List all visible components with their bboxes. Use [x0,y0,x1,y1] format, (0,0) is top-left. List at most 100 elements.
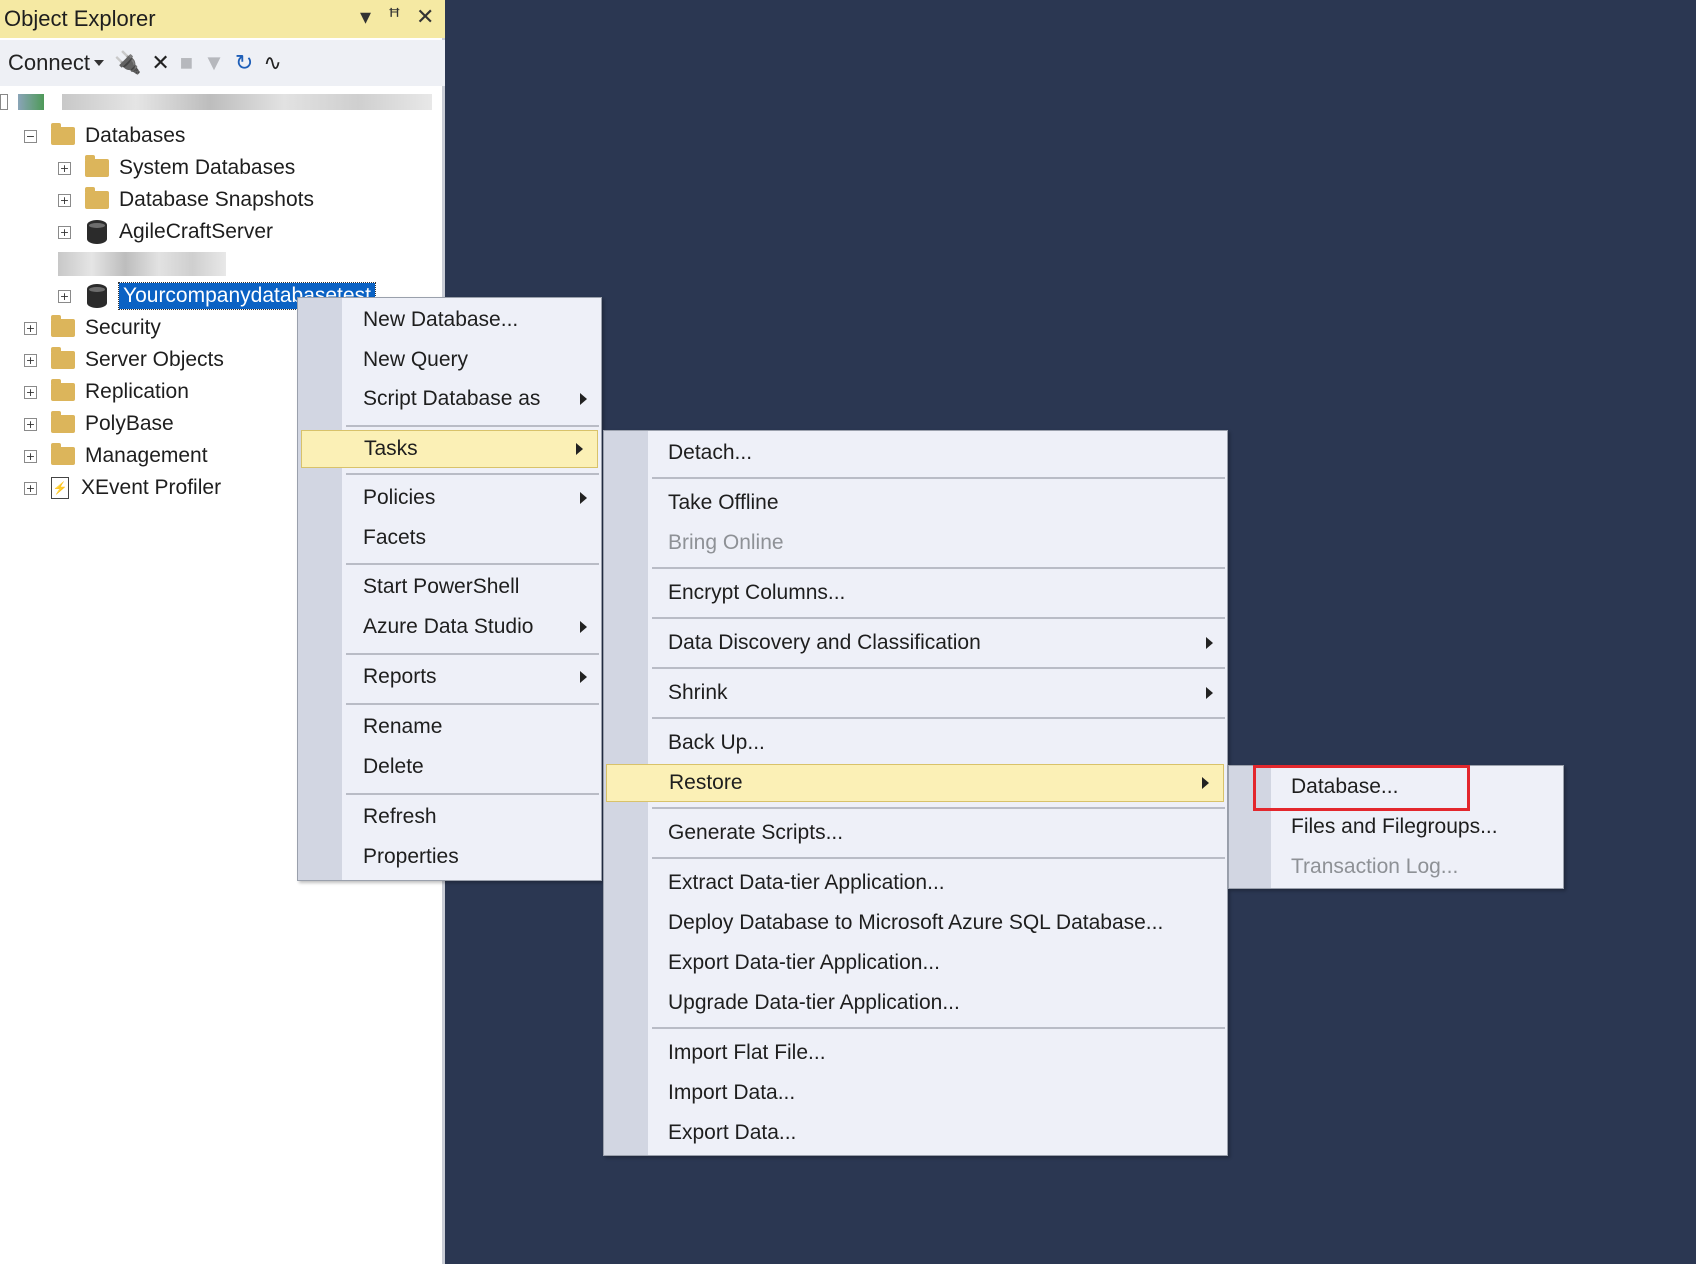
object-explorer-toolbar: Connect 🔌 ✕ ■ ▼ ↻ ∿ [0,40,445,86]
dropdown-icon[interactable]: ▾ [360,4,371,30]
server-icon [18,94,44,110]
close-icon[interactable]: ✕ [416,4,434,30]
connect-plug-icon[interactable]: 🔌 [114,46,141,80]
menu-item-label: Refresh [363,805,437,828]
submenu-arrow-icon [1206,687,1213,699]
folder-icon [51,123,75,145]
expand-icon[interactable]: + [24,481,37,495]
tree-label: System Databases [119,156,296,179]
menu-item-label: Import Data... [668,1081,796,1104]
menu-item-reports[interactable]: Reports [298,658,601,696]
expand-icon[interactable]: + [58,289,71,303]
menu-item-upgrade-data-tier[interactable]: Upgrade Data-tier Application... [604,984,1227,1022]
menu-item-label: Export Data-tier Application... [668,951,940,974]
tree-label: PolyBase [85,412,174,435]
menu-item-files-filegroups[interactable]: Files and Filegroups... [1229,808,1563,846]
menu-item-import-data[interactable]: Import Data... [604,1074,1227,1112]
menu-item-export-data-tier[interactable]: Export Data-tier Application... [604,944,1227,982]
tree-node-xevent-profiler[interactable]: + ⚡ XEvent Profiler [24,472,221,504]
folder-icon [51,411,75,433]
tree-label: AgileCraftServer [119,220,274,243]
menu-item-delete[interactable]: Delete [298,748,601,786]
expand-icon[interactable]: + [24,449,37,463]
highlight-callout-box [1253,765,1470,811]
folder-icon [51,443,75,465]
folder-icon [51,347,75,369]
collapse-icon[interactable]: − [24,129,37,143]
folder-icon [85,155,109,177]
menu-item-start-powershell[interactable]: Start PowerShell [298,568,601,606]
menu-item-policies[interactable]: Policies [298,479,601,517]
object-explorer-title-bar: Object Explorer ▾ ꟸ ✕ [0,0,445,38]
menu-item-data-discovery[interactable]: Data Discovery and Classification [604,624,1227,662]
connect-button[interactable]: Connect [8,46,104,80]
stop-icon[interactable]: ■ [180,46,193,80]
menu-separator [652,617,1225,619]
tree-label: Management [85,444,208,467]
menu-item-script-database-as[interactable]: Script Database as [298,380,601,418]
expand-icon[interactable]: + [58,193,71,207]
expand-icon[interactable]: + [24,385,37,399]
tree-node-agilecraftserver[interactable]: + AgileCraftServer [58,216,273,248]
menu-separator [652,477,1225,479]
menu-item-import-flat-file[interactable]: Import Flat File... [604,1034,1227,1072]
submenu-arrow-icon [580,671,587,683]
tree-node-databases[interactable]: − Databases [24,120,185,152]
menu-item-back-up[interactable]: Back Up... [604,724,1227,762]
tree-node-replication[interactable]: + Replication [24,376,189,408]
tree-node-system-databases[interactable]: + System Databases [58,152,295,184]
expand-icon[interactable]: + [58,225,71,239]
refresh-icon[interactable]: ↻ [235,46,253,80]
menu-item-facets[interactable]: Facets [298,519,601,557]
filter-icon[interactable]: ▼ [203,46,225,80]
menu-item-label: Upgrade Data-tier Application... [668,991,960,1014]
menu-separator [346,563,599,565]
menu-item-label: Policies [363,486,436,509]
menu-separator [652,807,1225,809]
menu-item-shrink[interactable]: Shrink [604,674,1227,712]
menu-item-new-database[interactable]: New Database... [298,301,601,339]
menu-item-label: Facets [363,526,427,549]
menu-item-label: Generate Scripts... [668,821,844,844]
menu-item-label: Export Data... [668,1121,797,1144]
menu-item-label: Restore [669,771,743,794]
pin-icon[interactable]: ꟸ [388,4,401,30]
menu-item-azure-data-studio[interactable]: Azure Data Studio [298,608,601,646]
submenu-arrow-icon [580,621,587,633]
chevron-down-icon [93,60,104,66]
tree-node-server-objects[interactable]: + Server Objects [24,344,224,376]
expand-icon[interactable]: + [24,417,37,431]
menu-item-refresh[interactable]: Refresh [298,798,601,836]
menu-item-restore[interactable]: Restore [606,764,1224,802]
menu-item-export-data[interactable]: Export Data... [604,1114,1227,1152]
expand-icon[interactable]: + [58,161,71,175]
menu-item-new-query[interactable]: New Query [298,341,601,379]
redacted-database-name [58,252,226,276]
menu-item-take-offline[interactable]: Take Offline [604,484,1227,522]
menu-item-detach[interactable]: Detach... [604,434,1227,472]
menu-item-tasks[interactable]: Tasks [301,430,598,468]
tree-node-redacted[interactable] [58,248,226,280]
menu-item-label: Data Discovery and Classification [668,631,981,654]
menu-item-properties[interactable]: Properties [298,838,601,876]
tree-node-management[interactable]: + Management [24,440,208,472]
tree-node-server[interactable] [0,86,432,118]
panel-title: Object Explorer [4,6,156,31]
menu-item-extract-data-tier[interactable]: Extract Data-tier Application... [604,864,1227,902]
menu-separator [652,1027,1225,1029]
tree-node-database-snapshots[interactable]: + Database Snapshots [58,184,314,216]
tree-node-polybase[interactable]: + PolyBase [24,408,174,440]
menu-item-generate-scripts[interactable]: Generate Scripts... [604,814,1227,852]
menu-item-encrypt-columns[interactable]: Encrypt Columns... [604,574,1227,612]
menu-item-deploy-azure[interactable]: Deploy Database to Microsoft Azure SQL D… [604,904,1227,942]
expand-icon[interactable]: + [24,321,37,335]
expand-icon[interactable]: + [24,353,37,367]
submenu-arrow-icon [1202,777,1209,789]
menu-item-rename[interactable]: Rename [298,708,601,746]
activity-monitor-icon[interactable]: ∿ [263,46,281,80]
disconnect-icon[interactable]: ✕ [151,46,169,80]
tree-node-security[interactable]: + Security [24,312,161,344]
menu-item-label: Start PowerShell [363,575,520,598]
menu-item-transaction-log: Transaction Log... [1229,848,1563,886]
menu-separator [346,703,599,705]
